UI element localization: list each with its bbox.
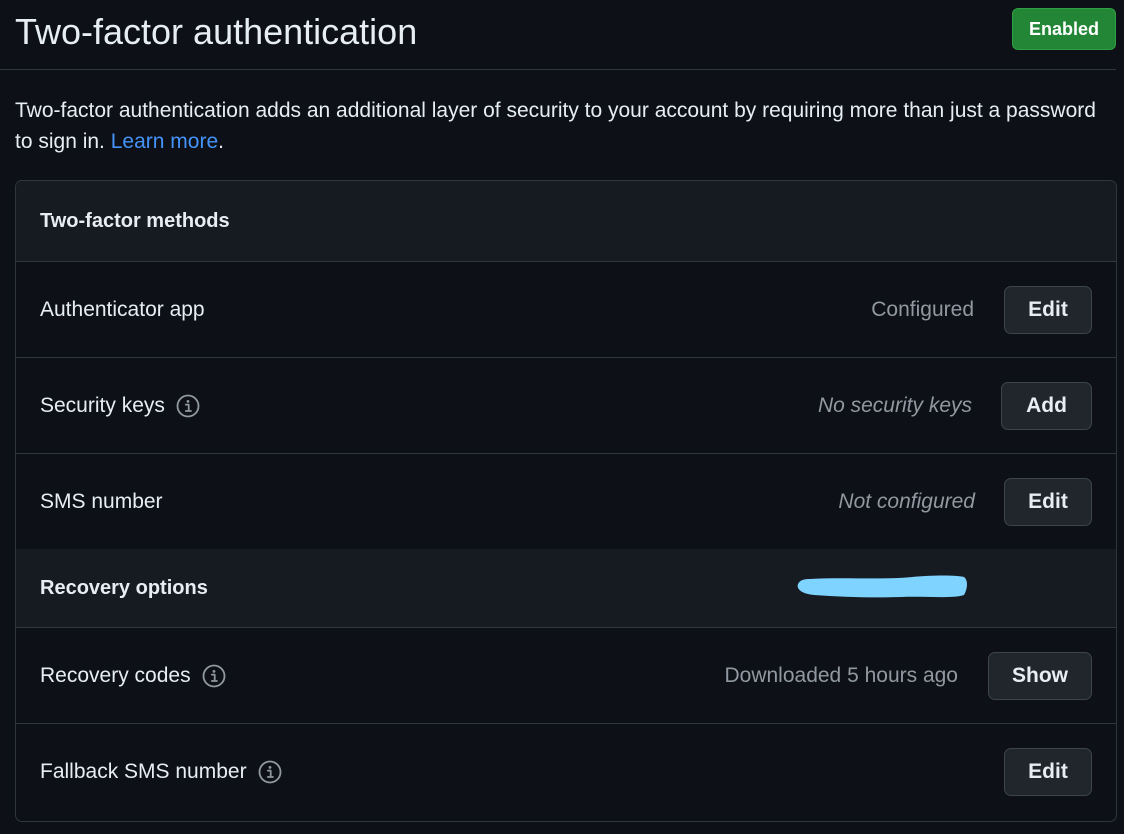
description: Two-factor authentication adds an additi… [15,95,1115,157]
page-title: Two-factor authentication [15,11,418,52]
security-keys-status: No security keys [817,393,972,417]
learn-more-link[interactable]: Learn more [111,130,218,153]
sms-number-edit-button[interactable]: Edit [1004,478,1092,526]
info-icon[interactable] [176,394,200,418]
two-factor-box: Two-factor methods Authenticator app Con… [15,180,1117,822]
methods-section-header: Two-factor methods [16,181,1116,262]
info-icon[interactable] [202,664,226,688]
sms-number-label: SMS number [40,489,163,513]
security-keys-add-button[interactable]: Add [1001,382,1092,430]
recovery-codes-status: Downloaded 5 hours ago [724,663,958,687]
row-label: Recovery codes [40,628,226,723]
redacted-phone-number [797,575,967,598]
row-label: Fallback SMS number [40,724,282,820]
authenticator-app-status: Configured [871,297,974,321]
authenticator-app-edit-button[interactable]: Edit [1004,286,1092,334]
row-label: SMS number [40,454,163,549]
fallback-sms-row: Fallback SMS number Edit [16,724,1116,820]
description-suffix: . [218,130,224,153]
row-label: Authenticator app [40,262,205,357]
info-icon[interactable] [258,760,282,784]
fallback-sms-edit-button[interactable]: Edit [1004,748,1092,796]
security-keys-row: Security keys No security keys Add [16,358,1116,454]
security-keys-label: Security keys [40,393,165,417]
page-header: Two-factor authentication Enabled [0,0,1116,70]
two-factor-settings-page: Two-factor authentication Enabled Two-fa… [0,0,1124,834]
authenticator-app-row: Authenticator app Configured Edit [16,262,1116,358]
authenticator-app-label: Authenticator app [40,297,205,321]
recovery-codes-show-button[interactable]: Show [988,652,1092,700]
recovery-section-title: Recovery options [40,576,208,599]
status-badge: Enabled [1012,8,1116,50]
row-label: Security keys [40,358,200,453]
recovery-codes-row: Recovery codes Downloaded 5 hours ago Sh… [16,628,1116,724]
recovery-codes-label: Recovery codes [40,663,191,687]
sms-number-row: SMS number Not configured Edit [16,454,1116,550]
sms-number-status: Not configured [838,489,975,513]
fallback-sms-label: Fallback SMS number [40,760,247,783]
methods-section-title: Two-factor methods [40,209,230,232]
